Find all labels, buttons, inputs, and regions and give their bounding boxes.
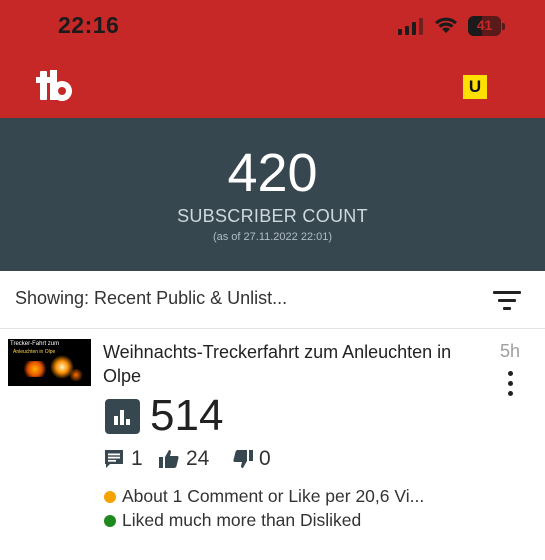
- status-dot-icon: [104, 515, 116, 527]
- wifi-icon: [433, 15, 459, 35]
- view-count: 514: [150, 391, 224, 440]
- like-stat: 24: [158, 447, 218, 471]
- video-age: 5h: [500, 341, 521, 361]
- status-dot-icon: [104, 491, 116, 503]
- tubebuddy-logo-icon[interactable]: [33, 68, 75, 104]
- dislike-count: 0: [259, 447, 271, 470]
- comment-icon: [105, 450, 123, 468]
- subscriber-panel: 420 SUBSCRIBER COUNT (as of 27.11.2022 2…: [0, 118, 545, 271]
- user-badge[interactable]: U: [463, 75, 487, 99]
- battery-icon: 41: [468, 16, 506, 36]
- views-chart-icon: [105, 399, 140, 434]
- hint-text: About 1 Comment or Like per 20,6 Vi...: [122, 486, 425, 506]
- subscriber-count: 420: [227, 143, 318, 203]
- dislike-stat: 0: [232, 447, 282, 471]
- comment-count: 1: [131, 447, 143, 470]
- filter-label[interactable]: Showing: Recent Public & Unlist...: [15, 288, 287, 309]
- filter-row[interactable]: Showing: Recent Public & Unlist...: [0, 271, 545, 329]
- subscriber-as-of: (as of 27.11.2022 22:01): [212, 231, 333, 243]
- subscriber-label: SUBSCRIBER COUNT: [177, 206, 368, 226]
- comment-stat: 1: [104, 447, 154, 471]
- status-bar: 22:16 41: [0, 0, 545, 54]
- thumbs-up-icon: [159, 450, 179, 468]
- video-thumbnail[interactable]: Trecker-Fahrt zum Anleuchten in Olpe: [8, 339, 91, 386]
- filter-icon[interactable]: [493, 289, 521, 311]
- more-options-icon[interactable]: [503, 371, 519, 397]
- battery-percent: 41: [476, 17, 493, 33]
- status-time: 22:16: [58, 12, 120, 38]
- cellular-signal-icon: [398, 18, 424, 35]
- video-title[interactable]: Weihnachts-Treckerfahrt zum Anleuchten i…: [103, 340, 473, 388]
- thumbnail-caption-2: Anleuchten in Olpe: [13, 349, 56, 355]
- hint-text: Liked much more than Disliked: [122, 510, 362, 530]
- app-header: 22:16 41 U: [0, 0, 545, 118]
- like-count: 24: [186, 447, 210, 470]
- thumbnail-caption: Trecker-Fahrt zum: [10, 341, 60, 347]
- thumbs-down-icon: [233, 450, 253, 468]
